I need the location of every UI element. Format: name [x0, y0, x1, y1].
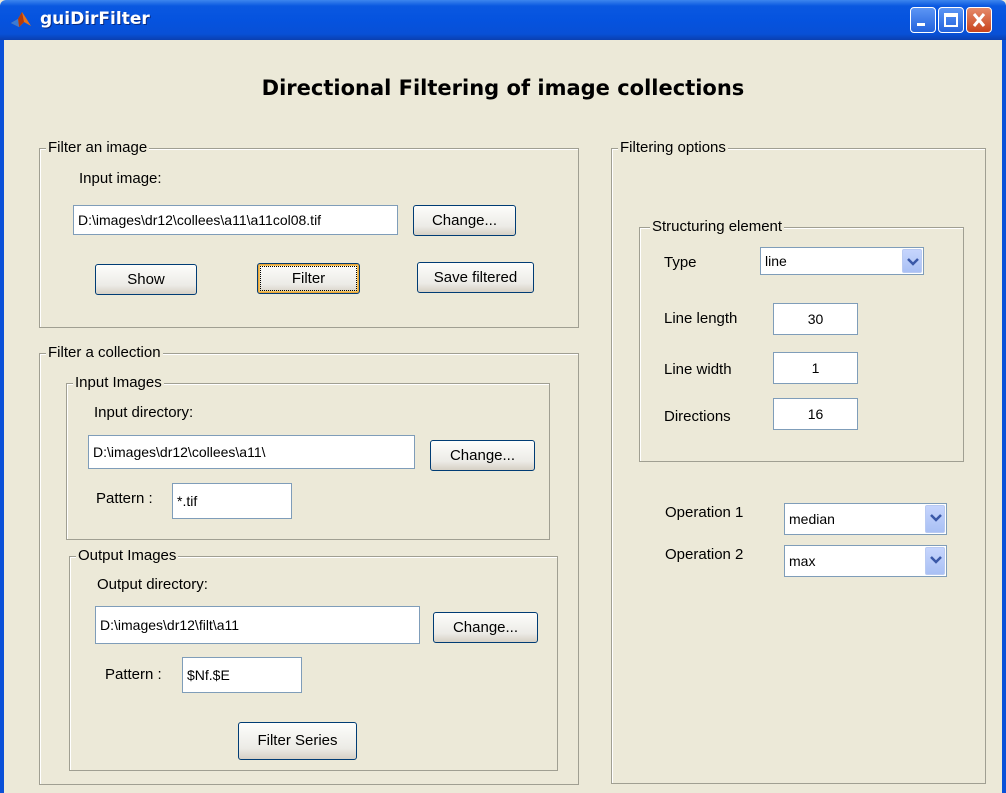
filtering-options-group-title: Filtering options	[618, 139, 728, 157]
structuring-element-group-title: Structuring element	[650, 218, 785, 236]
minimize-button[interactable]	[910, 7, 936, 33]
close-icon	[972, 13, 986, 27]
input-directory-field[interactable]: D:\images\dr12\collees\a11\	[88, 435, 415, 469]
save-filtered-button[interactable]: Save filtered	[417, 262, 534, 293]
chevron-down-icon[interactable]	[902, 249, 922, 273]
close-button[interactable]	[966, 7, 992, 33]
filter-series-button[interactable]: Filter Series	[238, 722, 357, 760]
output-directory-field[interactable]: D:\images\dr12\filt\a11	[95, 606, 420, 644]
maximize-icon	[944, 13, 958, 27]
operation2-select-value: max	[789, 553, 816, 569]
type-label: Type	[664, 254, 697, 271]
focus-ring	[260, 266, 357, 291]
output-directory-label: Output directory:	[97, 576, 208, 593]
input-image-label: Input image:	[79, 170, 162, 187]
window-title: guiDirFilter	[40, 9, 150, 29]
change-output-directory-button[interactable]: Change...	[433, 612, 538, 643]
show-button[interactable]: Show	[95, 264, 197, 295]
matlab-logo-icon	[11, 12, 31, 27]
line-width-field[interactable]: 1	[773, 352, 858, 384]
directions-field[interactable]: 16	[773, 398, 858, 430]
operation1-select-value: median	[789, 511, 835, 527]
input-pattern-field[interactable]: *.tif	[172, 483, 292, 519]
line-length-label: Line length	[664, 310, 738, 327]
line-length-field[interactable]: 30	[773, 303, 858, 335]
input-images-group-title: Input Images	[73, 374, 164, 392]
type-select[interactable]: line	[760, 247, 924, 275]
line-width-label: Line width	[664, 361, 732, 378]
output-pattern-field[interactable]: $Nf.$E	[182, 657, 302, 693]
page-title: Directional Filtering of image collectio…	[261, 76, 745, 100]
change-input-image-button[interactable]: Change...	[413, 205, 516, 236]
input-image-field[interactable]: D:\images\dr12\collees\a11\a11col08.tif	[73, 205, 398, 235]
output-pattern-label: Pattern :	[105, 666, 162, 683]
chevron-down-icon[interactable]	[925, 505, 945, 533]
operation2-select[interactable]: max	[784, 545, 947, 577]
filter-button[interactable]: Filter	[257, 263, 360, 294]
input-directory-label: Input directory:	[94, 404, 194, 421]
window-border-left	[0, 40, 4, 793]
window-border-right	[1002, 40, 1006, 793]
change-input-directory-button[interactable]: Change...	[430, 440, 535, 471]
chevron-down-icon[interactable]	[925, 547, 945, 575]
operation1-select[interactable]: median	[784, 503, 947, 535]
output-images-group-title: Output Images	[76, 547, 179, 565]
minimize-icon	[917, 23, 925, 26]
filter-image-group-title: Filter an image	[46, 139, 150, 157]
operation1-label: Operation 1	[665, 504, 744, 521]
operation2-label: Operation 2	[665, 546, 744, 563]
maximize-button[interactable]	[938, 7, 964, 33]
directions-label: Directions	[664, 408, 731, 425]
title-bar[interactable]: guiDirFilter	[0, 0, 1006, 40]
type-select-value: line	[765, 253, 787, 269]
filter-collection-group-title: Filter a collection	[46, 344, 163, 362]
input-pattern-label: Pattern :	[96, 490, 153, 507]
